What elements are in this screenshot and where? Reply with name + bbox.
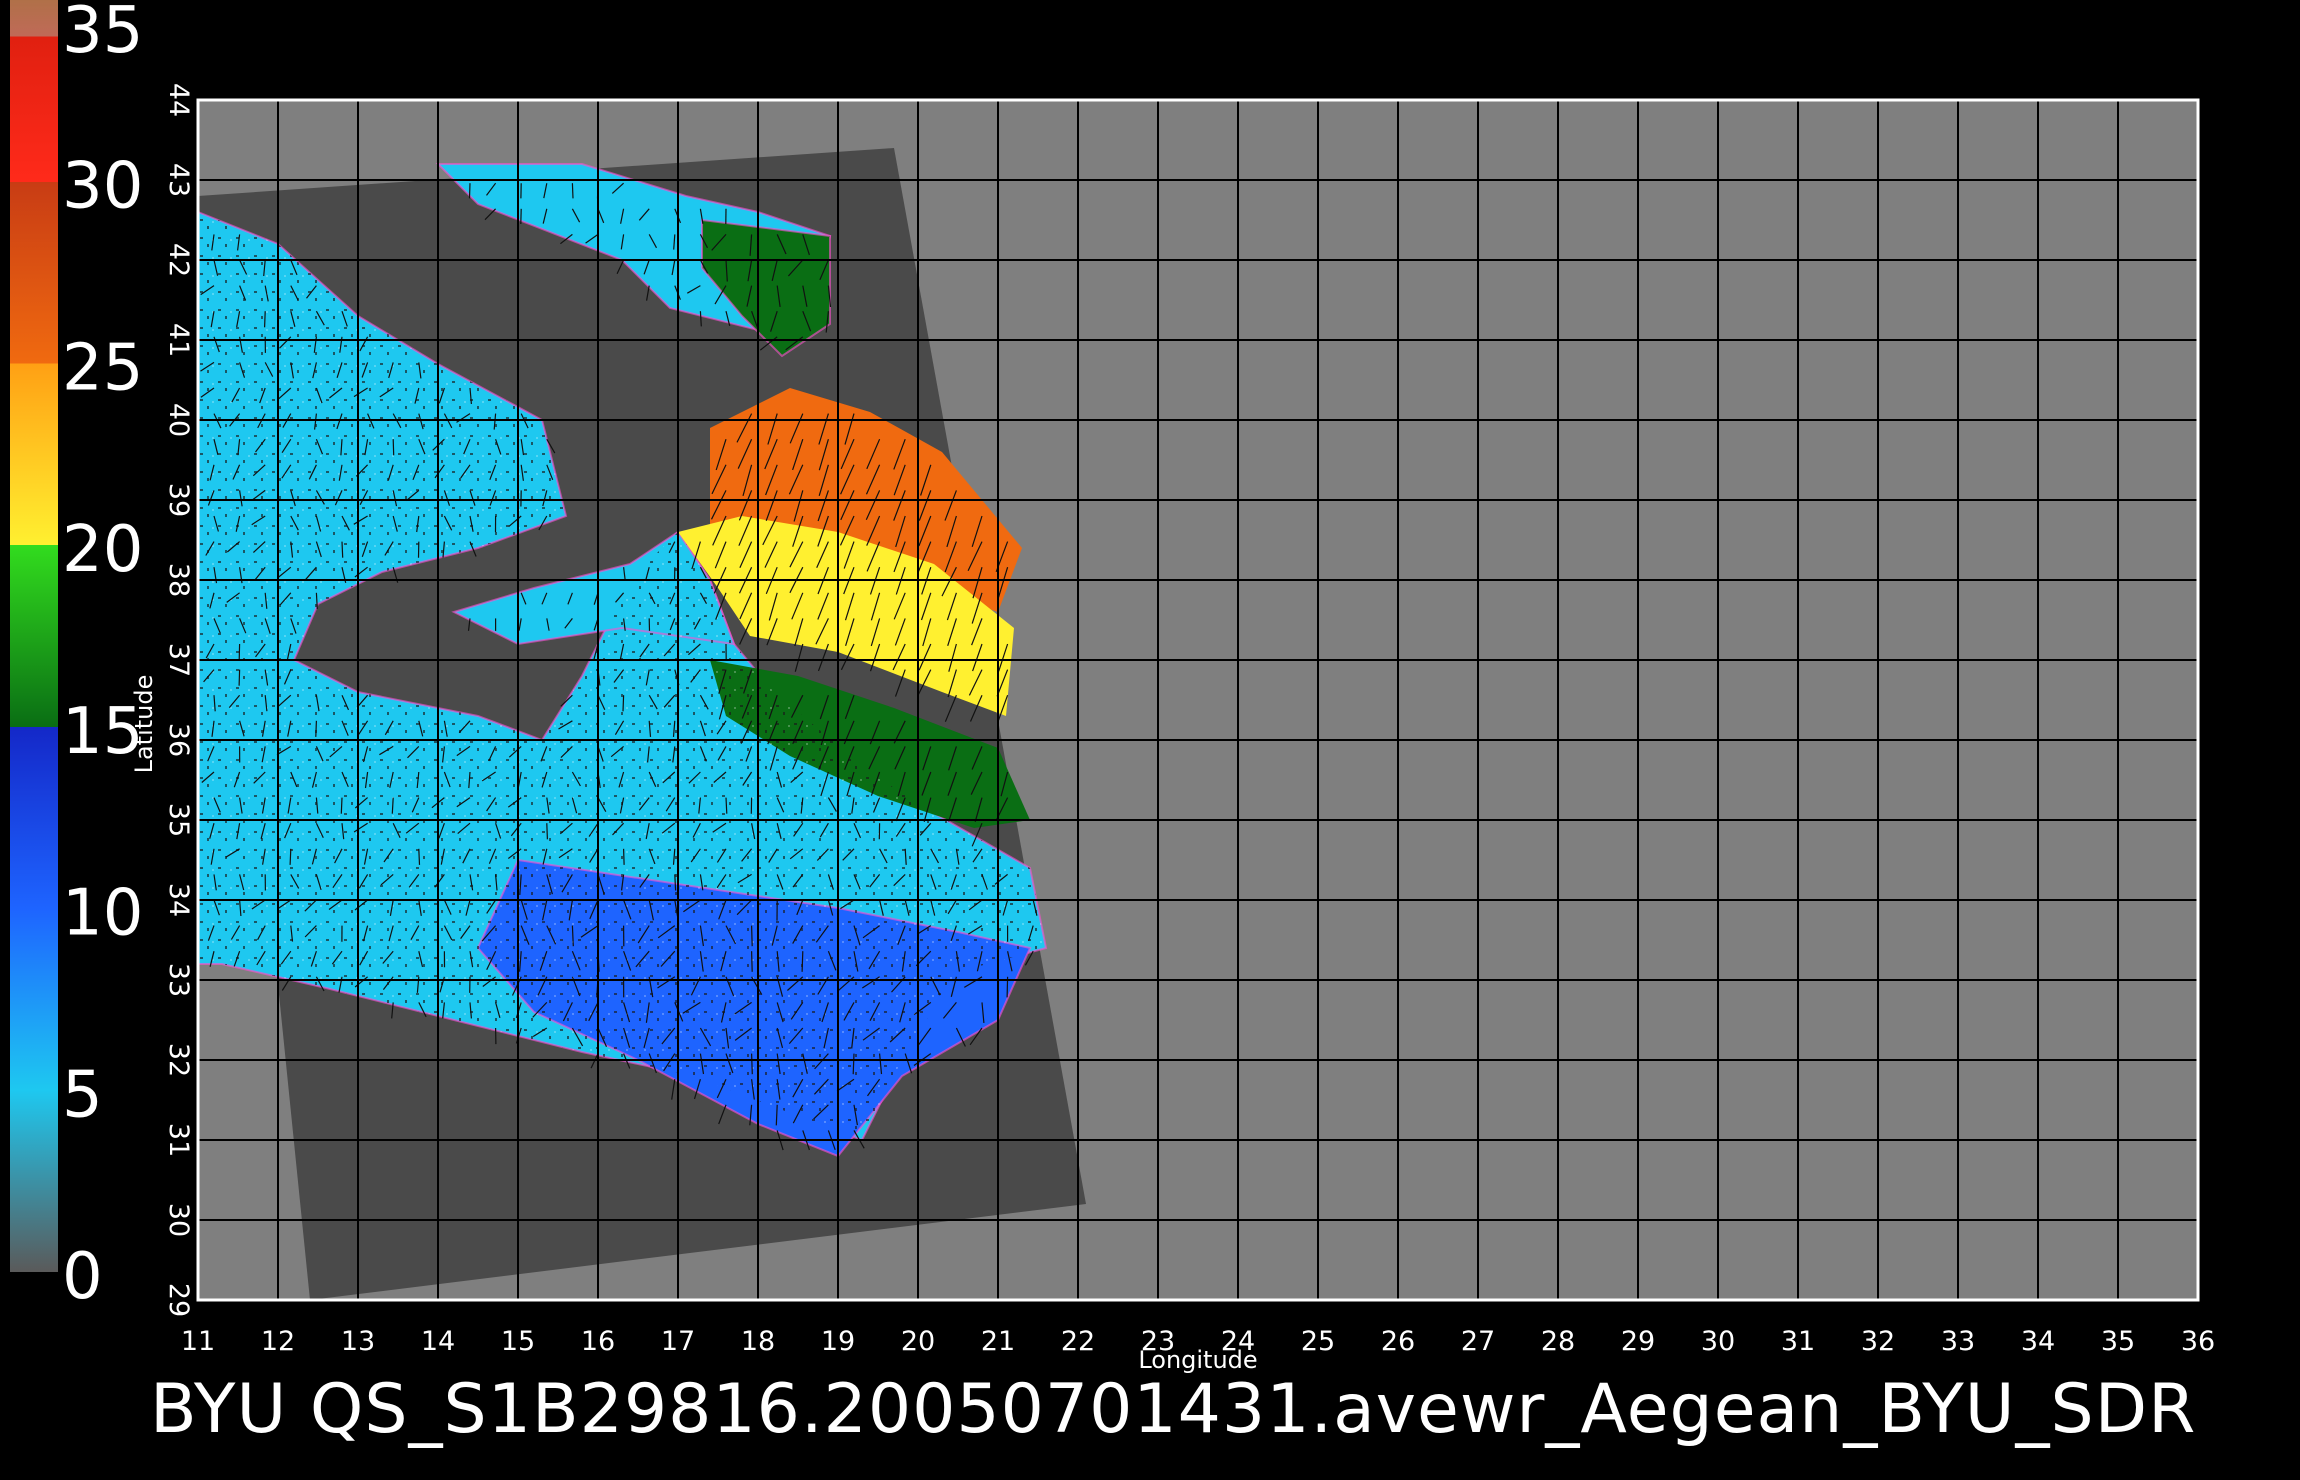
wind-vector [289,848,292,865]
longitude-tick-11: 11 [181,1326,215,1357]
wind-vector [751,1053,753,1075]
colorbar-label-5: 5 [62,1058,103,1132]
longitude-tick-16: 16 [581,1326,615,1357]
wind-vector [264,311,266,328]
longitude-tick-13: 13 [341,1326,375,1357]
longitude-tick-32: 32 [1861,1326,1895,1357]
wind-vector [852,1053,855,1075]
colorbar-label-20: 20 [62,513,143,587]
wind-vector [468,183,471,199]
latitude-tick-42: 42 [163,243,194,277]
latitude-tick-40: 40 [163,403,194,437]
longitude-tick-20: 20 [901,1326,935,1357]
y-axis-title: Latitude [130,675,158,774]
longitude-tick-21: 21 [981,1326,1015,1357]
longitude-tick-15: 15 [501,1326,535,1357]
wind-vector [725,797,728,814]
wind-vector [418,848,421,865]
latitude-tick-39: 39 [163,483,194,517]
wind-vector [341,541,344,558]
latitude-tick-35: 35 [163,803,194,837]
latitude-tick-31: 31 [163,1123,194,1157]
longitude-tick-28: 28 [1541,1326,1575,1357]
wind-vector [623,848,625,865]
longitude-tick-22: 22 [1061,1326,1095,1357]
longitude-tick-34: 34 [2021,1326,2055,1357]
longitude-tick-12: 12 [261,1326,295,1357]
longitude-tick-25: 25 [1301,1326,1335,1357]
wind-vector [751,925,753,947]
colorbar-label-25: 25 [62,331,143,405]
latitude-tick-38: 38 [163,563,194,597]
latitude-tick-43: 43 [163,163,194,197]
latitude-tick-33: 33 [163,963,194,997]
wind-vector [340,797,343,814]
longitude-tick-29: 29 [1621,1326,1655,1357]
colorbar-label-0: 0 [62,1240,103,1314]
latitude-tick-41: 41 [163,323,194,357]
footer-title: BYU QS_S1B29816.20050701431.avewr_Aegean… [150,1370,2196,1449]
map-figure: 05101520253035 11 12 13 14 15 16 17 18 19 20 21 22 2… [0,0,2300,1480]
colorbar-label-35: 35 [62,0,143,68]
wind-vector [571,183,574,199]
longitude-tick-14: 14 [421,1326,455,1357]
longitude-tick-33: 33 [1941,1326,1975,1357]
colorbar-label-10: 10 [62,877,143,951]
map-plot [188,98,2228,1310]
longitude-tick-17: 17 [661,1326,695,1357]
colorbar-strip [10,0,58,1272]
wind-vector [238,669,241,686]
wind-vector [674,874,677,891]
longitude-tick-31: 31 [1781,1326,1815,1357]
wind-vector [392,439,395,456]
longitude-tick-36: 36 [2181,1326,2215,1357]
longitude-tick-27: 27 [1461,1326,1495,1357]
latitude-tick-32: 32 [163,1043,194,1077]
latitude-tick-37: 37 [163,643,194,677]
longitude-tick-35: 35 [2101,1326,2135,1357]
longitude-tick-18: 18 [741,1326,775,1357]
wind-vector [801,951,804,972]
wind-vector [546,823,548,840]
wind-vector [751,951,753,972]
wind-vector [622,695,625,712]
latitude-tick-29: 29 [163,1283,194,1317]
latitude-tick-34: 34 [163,883,194,917]
latitude-tick-36: 36 [163,723,194,757]
wind-vector [315,720,317,737]
latitude-tick-30: 30 [163,1203,194,1237]
longitude-tick-26: 26 [1381,1326,1415,1357]
longitude-tick-19: 19 [821,1326,855,1357]
longitude-tick-30: 30 [1701,1326,1735,1357]
latitude-tick-44: 44 [163,83,194,117]
colorbar-label-30: 30 [62,150,143,224]
